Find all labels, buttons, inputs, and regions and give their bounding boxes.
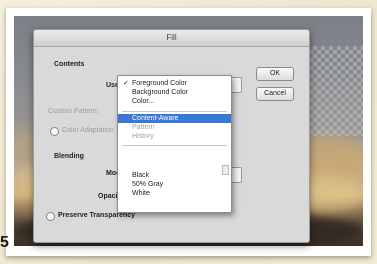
menu-item-label: History xyxy=(132,133,154,140)
menu-item-label: Black xyxy=(132,172,150,179)
color-adaptation-checkbox[interactable] xyxy=(50,127,59,136)
preserve-transparency-label: Preserve Transparency xyxy=(58,212,136,219)
menu-item-label: Pattern xyxy=(132,124,155,131)
custom-pattern-label: Custom Pattern: xyxy=(48,108,99,115)
step-number: 5 xyxy=(0,234,9,251)
ok-button[interactable]: OK xyxy=(256,67,294,81)
menu-item-label: Background Color xyxy=(132,89,189,96)
menu-item-label: Content-Aware xyxy=(132,115,179,122)
menu-item-background-color[interactable]: Background Color xyxy=(118,88,231,97)
menu-item-white[interactable]: White xyxy=(118,189,231,198)
menu-item-label: Color... xyxy=(132,98,155,105)
contents-heading: Contents xyxy=(54,61,85,68)
menu-item-pattern: Pattern xyxy=(118,123,231,132)
use-dropdown-menu: ✓ Foreground Color Background Color Colo… xyxy=(117,75,232,213)
menu-item-history: History xyxy=(118,132,231,141)
menu-item-color[interactable]: Color... xyxy=(118,97,231,106)
menu-item-content-aware[interactable]: Content-Aware xyxy=(118,114,231,123)
menu-separator xyxy=(122,111,227,112)
menu-item-label: White xyxy=(132,190,150,197)
menu-item-foreground-color[interactable]: ✓ Foreground Color xyxy=(118,79,231,88)
menu-item-label: Foreground Color xyxy=(132,80,187,87)
menu-item-50-gray[interactable]: 50% Gray xyxy=(118,180,231,189)
color-adaptation-label: Color Adaptation xyxy=(62,127,114,134)
checkmark-icon: ✓ xyxy=(123,80,129,87)
blending-heading: Blending xyxy=(54,153,84,160)
menu-separator xyxy=(122,145,227,146)
preserve-transparency-checkbox[interactable] xyxy=(46,212,55,221)
menu-item-black[interactable]: Black xyxy=(118,171,231,180)
dialog-title: Fill xyxy=(34,30,309,47)
menu-item-label: 50% Gray xyxy=(132,181,164,188)
cancel-button[interactable]: Cancel xyxy=(256,87,294,101)
